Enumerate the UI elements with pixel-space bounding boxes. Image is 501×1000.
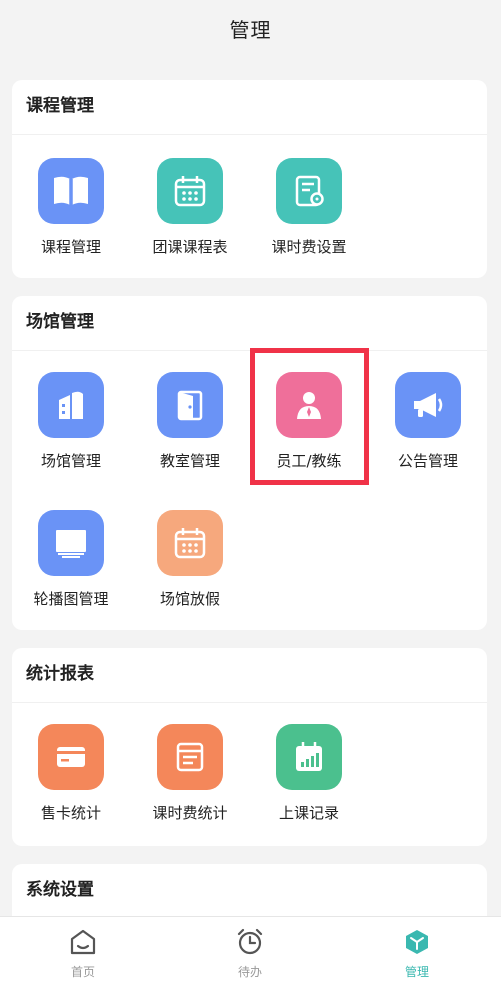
tile-label: 课时费设置 xyxy=(271,238,347,256)
tile-classroom-management[interactable]: 教室管理 xyxy=(140,372,240,471)
top-bar: 管理 xyxy=(0,0,501,56)
bottom-tab-bar: 首页 待办 管理 xyxy=(0,916,501,1000)
divider xyxy=(12,702,487,703)
home-icon xyxy=(38,927,128,961)
section-title-venue: 场馆管理 xyxy=(26,312,94,332)
tile-label: 团课课程表 xyxy=(152,238,228,256)
tile-class-fee-settings[interactable]: 课时费设置 xyxy=(259,158,359,257)
book-icon xyxy=(38,158,104,224)
tile-class-fee-stats[interactable]: 课时费统计 xyxy=(140,724,240,823)
holiday-calendar-icon xyxy=(157,510,223,576)
tile-card-sales-stats[interactable]: 售卡统计 xyxy=(21,724,121,823)
section-title-stats: 统计报表 xyxy=(26,664,94,684)
page-title: 管理 xyxy=(229,17,272,42)
tile-venue-management[interactable]: 场馆管理 xyxy=(21,372,121,471)
carousel-icon xyxy=(38,510,104,576)
document-settings-icon xyxy=(276,158,342,224)
bar-chart-icon xyxy=(276,724,342,790)
tile-label: 公告管理 xyxy=(397,452,458,470)
tab-management[interactable]: 管理 xyxy=(372,927,462,980)
tab-todo[interactable]: 待办 xyxy=(205,927,295,980)
fee-report-icon xyxy=(157,724,223,790)
tile-label: 轮播图管理 xyxy=(33,590,109,608)
tab-label: 待办 xyxy=(237,965,262,979)
tile-class-records[interactable]: 上课记录 xyxy=(259,724,359,823)
tile-label: 教室管理 xyxy=(159,452,220,470)
tile-label: 售卡统计 xyxy=(40,804,101,822)
door-icon xyxy=(157,372,223,438)
course-management-card: 课程管理 课程管理 团课课程表 课时费设置 xyxy=(12,80,487,278)
tile-course-management[interactable]: 课程管理 xyxy=(21,158,121,257)
tile-label: 课程管理 xyxy=(40,238,101,256)
building-icon xyxy=(38,372,104,438)
tab-label: 管理 xyxy=(404,965,429,979)
divider xyxy=(12,134,487,135)
calendar-icon xyxy=(157,158,223,224)
highlight-box xyxy=(250,348,369,485)
tile-label: 课时费统计 xyxy=(152,804,228,822)
section-title-course: 课程管理 xyxy=(26,96,94,116)
section-title-system: 系统设置 xyxy=(26,880,94,900)
tile-label: 场馆放假 xyxy=(159,590,220,608)
tile-announcement-management[interactable]: 公告管理 xyxy=(378,372,478,471)
tab-label: 首页 xyxy=(70,965,95,979)
tab-home[interactable]: 首页 xyxy=(38,927,128,980)
statistics-card: 统计报表 售卡统计 课时费统计 上课记录 xyxy=(12,648,487,846)
cube-icon xyxy=(372,927,462,961)
alarm-clock-icon xyxy=(205,927,295,961)
card-icon xyxy=(38,724,104,790)
tile-label: 场馆管理 xyxy=(40,452,101,470)
megaphone-icon xyxy=(395,372,461,438)
tile-label: 上课记录 xyxy=(278,804,339,822)
tile-group-schedule[interactable]: 团课课程表 xyxy=(140,158,240,257)
tile-venue-holiday[interactable]: 场馆放假 xyxy=(140,510,240,609)
tile-carousel-management[interactable]: 轮播图管理 xyxy=(21,510,121,609)
